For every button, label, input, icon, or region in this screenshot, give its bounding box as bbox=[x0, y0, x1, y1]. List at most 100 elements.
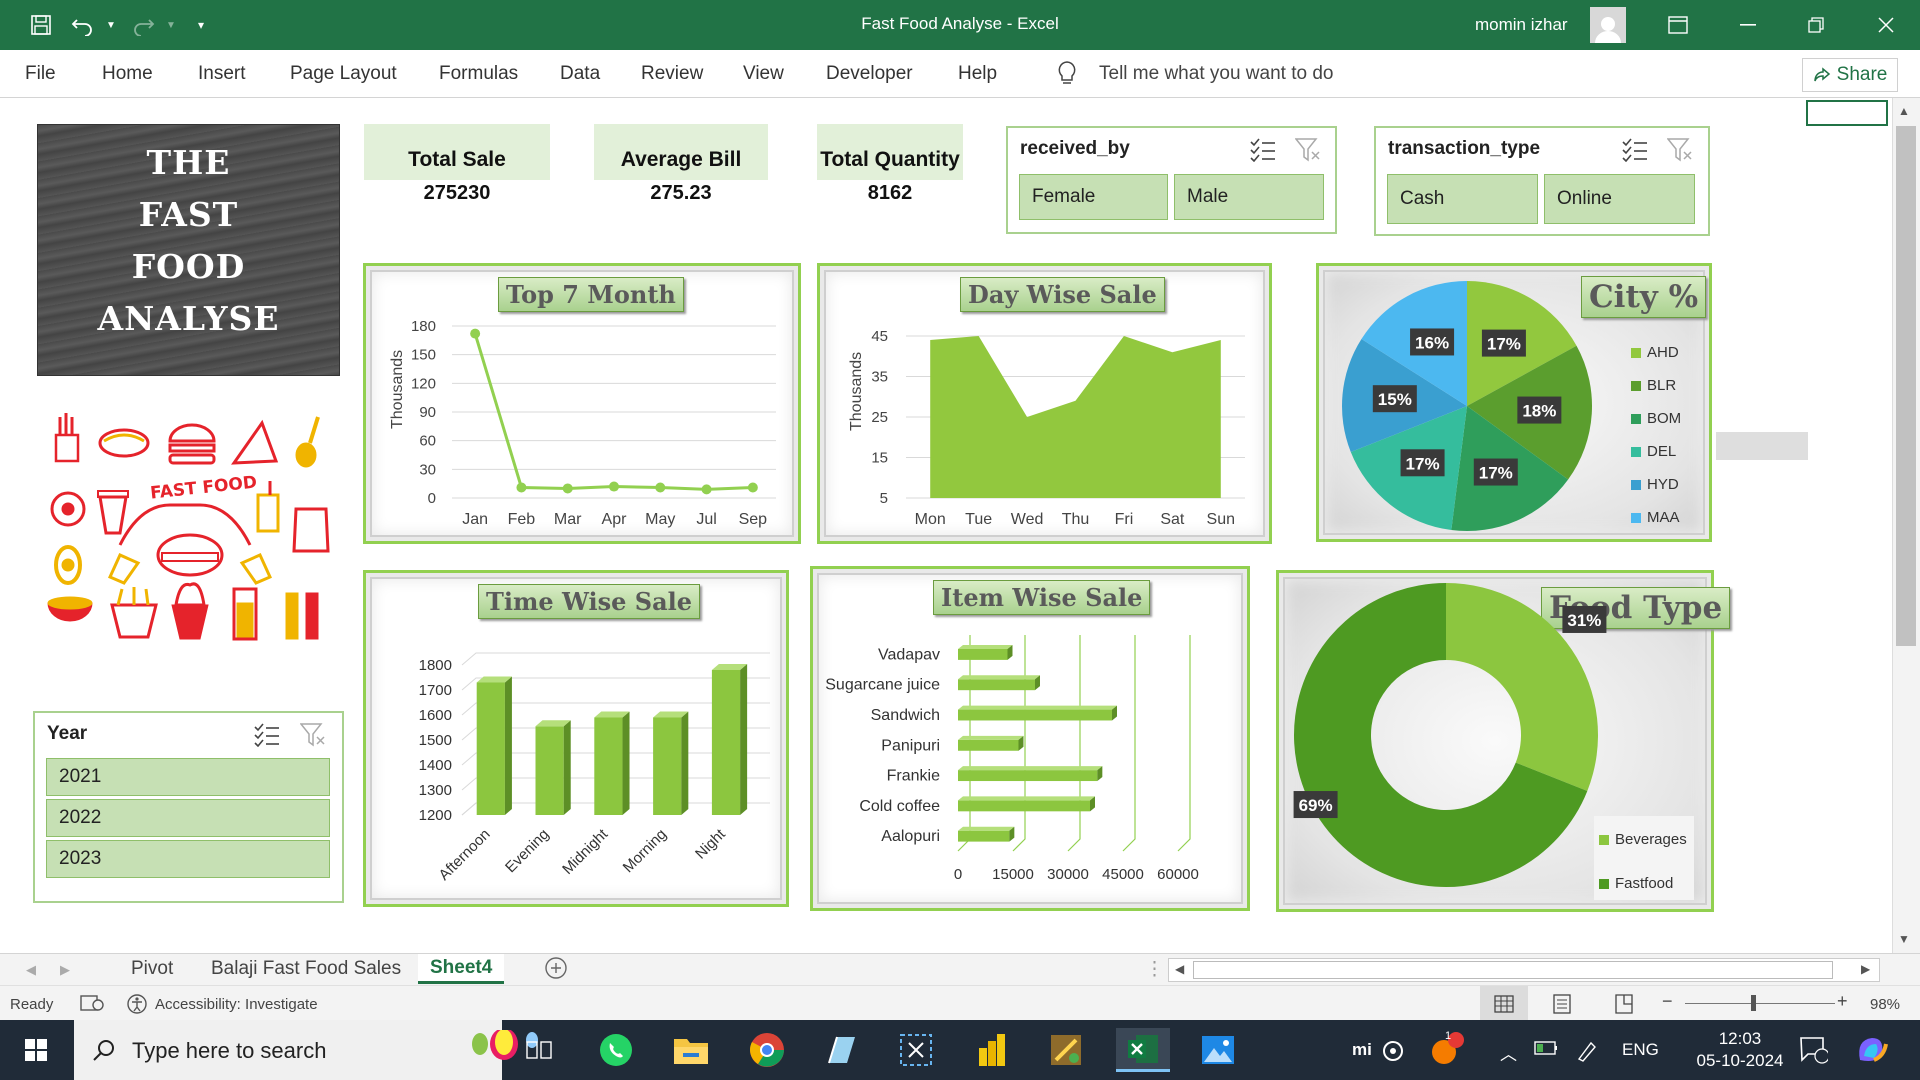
chart-food-type[interactable]: Food Type 31% 69% Beverages Fastfood bbox=[1276, 570, 1731, 912]
bar-side bbox=[740, 664, 748, 815]
tab-home[interactable]: Home bbox=[102, 63, 153, 85]
snip-sketch-icon[interactable] bbox=[1044, 1028, 1088, 1072]
macro-record-icon[interactable] bbox=[80, 993, 104, 1017]
tab-developer[interactable]: Developer bbox=[826, 63, 913, 85]
zoom-slider-thumb[interactable] bbox=[1751, 995, 1756, 1011]
accessibility-icon[interactable] bbox=[126, 993, 148, 1019]
slicer-item-online[interactable]: Online bbox=[1544, 174, 1695, 224]
vertical-scrollbar[interactable]: ▲ ▼ bbox=[1892, 98, 1920, 953]
tab-view[interactable]: View bbox=[743, 63, 784, 85]
chart-city-percent[interactable]: City % 17% 18% 17% 17% 15% 16% AHD BLR BOM DEL HY… bbox=[1316, 263, 1712, 542]
tab-data[interactable]: Data bbox=[560, 63, 600, 85]
multi-select-icon[interactable] bbox=[1622, 138, 1648, 167]
scroll-thumb[interactable] bbox=[1896, 126, 1916, 646]
chart-time-wise-sale[interactable]: Time Wise Sale 1200 1300 1400 1500 1600 1700 1… bbox=[363, 570, 789, 907]
excel-taskbar-icon[interactable] bbox=[1116, 1028, 1170, 1072]
active-cell[interactable] bbox=[1806, 100, 1888, 126]
page-break-view-icon[interactable] bbox=[1614, 994, 1634, 1018]
sheet-tab-pivot[interactable]: Pivot bbox=[131, 958, 173, 980]
file-explorer-icon[interactable] bbox=[669, 1028, 713, 1072]
taskbar-search[interactable]: Type here to search bbox=[74, 1020, 538, 1080]
zoom-slider[interactable] bbox=[1685, 1003, 1835, 1004]
slicer-item-cash[interactable]: Cash bbox=[1387, 174, 1538, 224]
slicer-item-2022[interactable]: 2022 bbox=[46, 799, 330, 837]
mi-tray-icon[interactable]: mi bbox=[1352, 1040, 1372, 1060]
share-button[interactable]: Share bbox=[1802, 58, 1898, 92]
show-hidden-icons[interactable]: ︿ bbox=[1500, 1040, 1517, 1065]
next-sheet-icon[interactable]: ▶ bbox=[60, 962, 70, 978]
normal-view-icon[interactable] bbox=[1480, 986, 1528, 1021]
chrome-icon[interactable] bbox=[745, 1028, 789, 1072]
dolby-icon[interactable] bbox=[1382, 1040, 1404, 1067]
scroll-thumb[interactable] bbox=[1193, 961, 1833, 979]
slicer-item-2023[interactable]: 2023 bbox=[46, 840, 330, 878]
legend-label: MAA bbox=[1647, 509, 1680, 526]
whatsapp-icon[interactable] bbox=[594, 1028, 638, 1072]
bar bbox=[535, 726, 564, 815]
chart-day-wise-sale[interactable]: Day Wise Sale Thousands 5 15 25 35 45 Mon Tue W… bbox=[817, 263, 1272, 544]
task-view-icon[interactable] bbox=[517, 1028, 561, 1072]
accessibility-status[interactable]: Accessibility: Investigate bbox=[155, 996, 318, 1013]
user-name[interactable]: momin izhar bbox=[1475, 15, 1568, 35]
redo-icon[interactable] bbox=[128, 10, 158, 40]
undo-icon[interactable] bbox=[68, 10, 98, 40]
notification-center-icon[interactable] bbox=[1798, 1034, 1830, 1069]
zoom-level[interactable]: 98% bbox=[1870, 996, 1900, 1013]
y-tick-label: 150 bbox=[411, 347, 436, 364]
prev-sheet-icon[interactable]: ◀ bbox=[26, 962, 36, 978]
slicer-item-female[interactable]: Female bbox=[1019, 174, 1168, 220]
bar bbox=[476, 682, 505, 815]
multi-select-icon[interactable] bbox=[1250, 138, 1276, 167]
page-layout-view-icon[interactable] bbox=[1552, 994, 1572, 1018]
tab-page-layout[interactable]: Page Layout bbox=[290, 63, 397, 85]
horizontal-scrollbar[interactable]: ◀ ▶ bbox=[1168, 958, 1880, 982]
photos-icon[interactable] bbox=[1196, 1028, 1240, 1072]
zoom-in-icon[interactable]: + bbox=[1837, 991, 1848, 1012]
y-tick-label: Sugarcane juice bbox=[825, 677, 940, 694]
slicer-item-2021[interactable]: 2021 bbox=[46, 758, 330, 796]
minimize-icon[interactable] bbox=[1720, 0, 1776, 50]
ribbon-display-icon[interactable] bbox=[1650, 0, 1706, 50]
restore-icon[interactable] bbox=[1788, 0, 1844, 50]
close-icon[interactable] bbox=[1858, 0, 1914, 50]
windows-start-icon[interactable] bbox=[14, 1028, 58, 1072]
zoom-out-icon[interactable]: − bbox=[1662, 991, 1673, 1012]
snipping-tool-icon[interactable] bbox=[894, 1028, 938, 1072]
undo-dropdown-icon[interactable]: ▼ bbox=[96, 10, 126, 40]
avatar[interactable] bbox=[1590, 7, 1626, 43]
notepad-icon[interactable] bbox=[820, 1028, 864, 1072]
tell-me-search[interactable]: Tell me what you want to do bbox=[1099, 63, 1333, 85]
chart-top-7-month[interactable]: Top 7 Month Thousands 0 30 60 90 120 150 180 Ja… bbox=[363, 263, 801, 544]
tab-file[interactable]: File bbox=[25, 63, 56, 85]
bar-top bbox=[958, 705, 1117, 710]
sheet-tab-balaji[interactable]: Balaji Fast Food Sales bbox=[211, 958, 401, 980]
bar bbox=[711, 670, 741, 815]
tab-review[interactable]: Review bbox=[641, 63, 703, 85]
bar bbox=[958, 800, 1090, 812]
customize-qat-icon[interactable]: ▾ bbox=[186, 10, 216, 40]
tab-help[interactable]: Help bbox=[958, 63, 997, 85]
system-clock[interactable]: 12:03 05-10-2024 bbox=[1695, 1028, 1785, 1072]
add-sheet-icon[interactable] bbox=[544, 956, 568, 986]
pen-icon[interactable] bbox=[1576, 1040, 1598, 1067]
data-label: 17% bbox=[1479, 464, 1513, 483]
language-indicator[interactable]: ENG bbox=[1622, 1040, 1659, 1060]
clear-filter-icon[interactable] bbox=[1294, 138, 1321, 167]
slicer-item-male[interactable]: Male bbox=[1174, 174, 1324, 220]
tab-formulas[interactable]: Formulas bbox=[439, 63, 518, 85]
chart-item-wise-sale[interactable]: Item Wise Sale 0 15000 30000 45000 60000 Vada… bbox=[810, 566, 1250, 911]
power-bi-icon[interactable] bbox=[970, 1028, 1014, 1072]
multi-select-icon[interactable] bbox=[254, 723, 280, 752]
tab-insert[interactable]: Insert bbox=[198, 63, 246, 85]
y-tick-label: 1300 bbox=[419, 782, 452, 799]
y-tick-label: 45 bbox=[871, 328, 888, 345]
kpi-total-quantity: Total Quantity 8162 bbox=[817, 124, 963, 204]
copilot-icon[interactable] bbox=[1852, 1030, 1892, 1075]
clear-filter-icon[interactable] bbox=[1666, 138, 1693, 167]
save-icon[interactable] bbox=[26, 10, 56, 40]
battery-icon[interactable] bbox=[1534, 1040, 1558, 1061]
redo-dropdown-icon[interactable]: ▼ bbox=[156, 10, 186, 40]
sheet-tab-sheet4[interactable]: Sheet4 bbox=[418, 954, 505, 984]
clear-filter-icon[interactable] bbox=[299, 723, 326, 752]
tab-splitter-icon[interactable]: ⋮ bbox=[1145, 958, 1164, 981]
